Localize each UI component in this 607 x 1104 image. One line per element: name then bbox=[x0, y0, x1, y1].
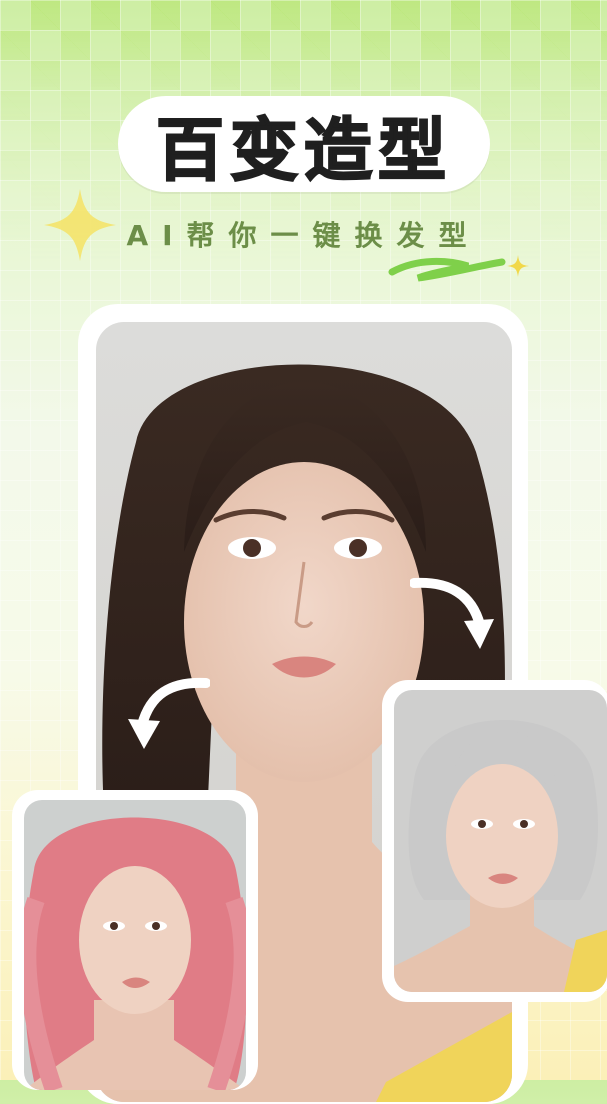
silver-hair-portrait-image bbox=[394, 690, 607, 992]
green-swoosh-decoration bbox=[388, 257, 506, 282]
title-pill: 百变造型 bbox=[118, 96, 490, 192]
pink-hair-portrait-image bbox=[24, 800, 246, 1090]
curved-arrow-right-icon bbox=[410, 577, 494, 649]
page-title: 百变造型 bbox=[155, 111, 452, 192]
curved-arrow-left-icon bbox=[128, 677, 210, 749]
small-sparkle-icon bbox=[507, 255, 529, 277]
subtitle: AI帮你一键换发型 bbox=[126, 219, 481, 252]
